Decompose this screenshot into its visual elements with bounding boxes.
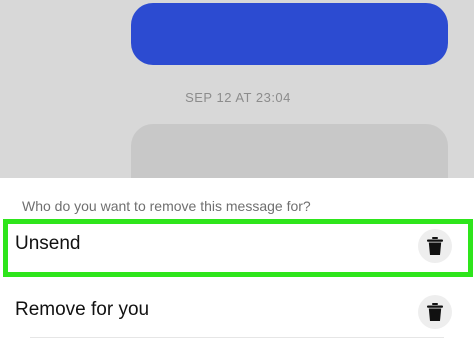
- sheet-question: Who do you want to remove this message f…: [22, 198, 311, 214]
- highlight-box: [3, 219, 473, 277]
- messenger-screen: SEP 12 AT 23:04 Who do you want to remov…: [0, 0, 474, 355]
- remove-for-you-option[interactable]: Remove for you: [0, 284, 474, 336]
- remove-for-you-label: Remove for you: [15, 299, 150, 320]
- divider: [30, 337, 444, 338]
- trash-icon[interactable]: [418, 295, 452, 329]
- remove-message-sheet: Who do you want to remove this message f…: [0, 178, 474, 355]
- chat-area: SEP 12 AT 23:04: [0, 0, 474, 204]
- message-timestamp: SEP 12 AT 23:04: [0, 90, 474, 105]
- timestamp-text: SEP 12 AT 23:04: [185, 90, 291, 105]
- trash-icon-glyph: [427, 303, 443, 321]
- sent-message-bubble[interactable]: [131, 3, 448, 65]
